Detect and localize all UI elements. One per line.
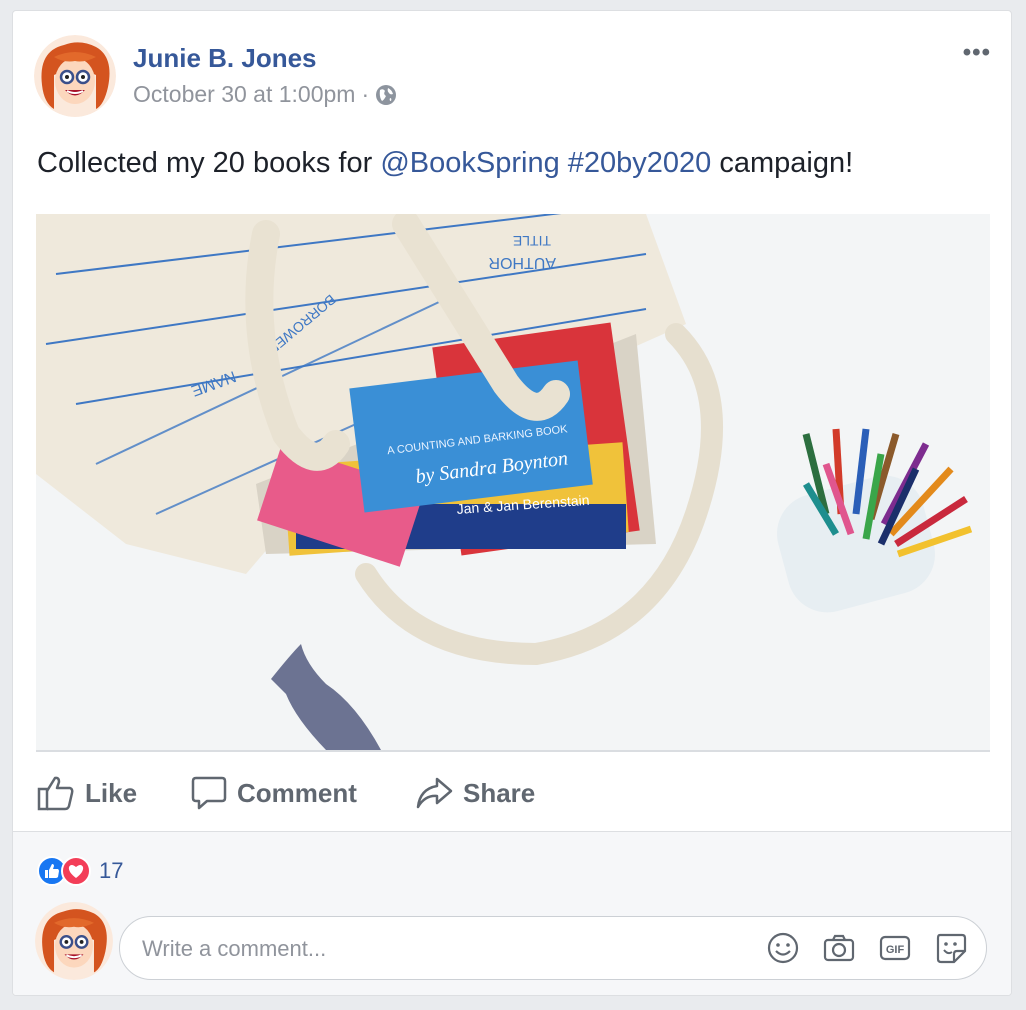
- comment-composer: GIF: [119, 916, 987, 981]
- reaction-count[interactable]: 17: [99, 858, 123, 884]
- post-photo[interactable]: AUTHOR TITLE NAME BORROWER A COUNTING AN…: [36, 203, 990, 752]
- globe-icon[interactable]: [375, 84, 397, 106]
- share-label: Share: [463, 777, 536, 808]
- share-arrow-icon: [416, 777, 453, 809]
- gif-icon[interactable]: GIF: [878, 931, 912, 965]
- composer-icons: GIF: [766, 931, 968, 965]
- bag-text-title: TITLE: [513, 233, 551, 249]
- camera-icon[interactable]: [822, 931, 856, 965]
- emoji-icon[interactable]: [766, 931, 800, 965]
- commenter-avatar[interactable]: [35, 902, 113, 980]
- photo-illustration: AUTHOR TITLE NAME BORROWER A COUNTING AN…: [36, 203, 990, 750]
- action-bar: Like Comment Share: [13, 759, 1011, 827]
- more-options-icon[interactable]: •••: [963, 39, 991, 67]
- mention-link[interactable]: @BookSpring: [380, 147, 559, 179]
- sticker-icon[interactable]: [934, 931, 968, 965]
- like-button[interactable]: Like: [37, 775, 137, 811]
- comment-label: Comment: [237, 777, 357, 808]
- comment-input[interactable]: [140, 917, 744, 981]
- post-text: Collected my 20 books for @BookSpring #2…: [37, 147, 853, 180]
- comment-button[interactable]: Comment: [191, 775, 357, 811]
- thumbs-up-icon: [37, 776, 74, 811]
- reactions-summary[interactable]: 17: [37, 856, 123, 886]
- post-text-suffix: campaign!: [711, 147, 854, 179]
- svg-text:GIF: GIF: [886, 944, 905, 956]
- post-text-prefix: Collected my 20 books for: [37, 147, 381, 179]
- love-reaction-icon: [61, 856, 91, 886]
- post-footer: 17 Write a comment... GIF: [13, 831, 1011, 995]
- bag-text-author: AUTHOR: [488, 254, 556, 271]
- speech-bubble-icon: [191, 776, 227, 810]
- author-name[interactable]: Junie B. Jones: [133, 43, 317, 74]
- post-timestamp[interactable]: October 30 at 1:00pm: [133, 81, 355, 108]
- author-avatar[interactable]: [34, 35, 116, 117]
- share-button[interactable]: Share: [415, 775, 535, 811]
- post-meta: October 30 at 1:00pm ·: [133, 81, 397, 108]
- meta-separator: ·: [361, 81, 370, 107]
- hashtag-link[interactable]: #20by2020: [568, 147, 712, 179]
- like-label: Like: [85, 777, 138, 808]
- post-card: Junie B. Jones October 30 at 1:00pm · ••…: [12, 10, 1012, 996]
